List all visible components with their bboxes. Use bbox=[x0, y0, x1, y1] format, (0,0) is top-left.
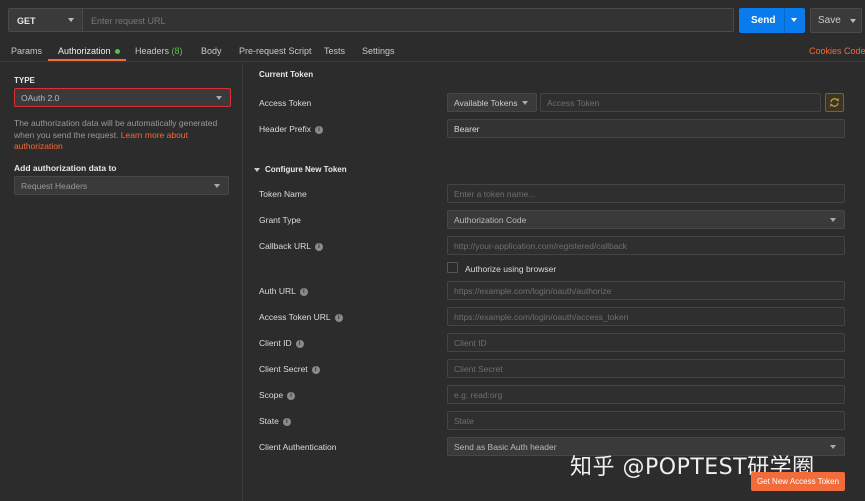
authorize-browser-label[interactable]: Authorize using browser bbox=[465, 264, 556, 274]
token-name-label: Token Name bbox=[259, 189, 307, 199]
tab-headers[interactable]: Headers (8) bbox=[135, 46, 183, 56]
client-secret-label: Client Secret bbox=[259, 364, 308, 374]
info-icon[interactable]: i bbox=[334, 313, 343, 322]
scope-input[interactable]: e.g. read:org bbox=[447, 385, 845, 404]
state-label-wrap: State i bbox=[259, 416, 291, 426]
info-icon[interactable]: i bbox=[295, 339, 304, 348]
send-button[interactable]: Send bbox=[739, 8, 805, 33]
header-prefix-label-wrap: Header Prefix i bbox=[259, 124, 323, 134]
send-dropdown-icon[interactable] bbox=[791, 18, 797, 22]
token-name-input[interactable]: Enter a token name... bbox=[447, 184, 845, 203]
client-secret-input[interactable]: Client Secret bbox=[447, 359, 845, 378]
method-select[interactable]: GET bbox=[8, 8, 82, 32]
info-icon[interactable]: i bbox=[287, 391, 296, 400]
code-link[interactable]: Code bbox=[844, 46, 865, 56]
save-dropdown-icon[interactable] bbox=[850, 19, 856, 23]
sync-icon bbox=[830, 98, 839, 107]
request-bar: GET Enter request URL Send Save bbox=[0, 0, 865, 40]
client-auth-label: Client Authentication bbox=[259, 442, 337, 452]
grant-type-value: Authorization Code bbox=[454, 215, 527, 225]
add-auth-value: Request Headers bbox=[21, 181, 88, 191]
save-label: Save bbox=[818, 15, 841, 26]
chevron-down-icon bbox=[214, 184, 220, 188]
tab-authorization-label: Authorization bbox=[58, 46, 111, 56]
state-label: State bbox=[259, 416, 279, 426]
header-prefix-input[interactable]: Bearer bbox=[447, 119, 845, 138]
scope-label: Scope bbox=[259, 390, 284, 400]
request-tabs: Params Authorization Headers (8) Body Pr… bbox=[0, 40, 865, 62]
auth-type-select[interactable]: OAuth 2.0 bbox=[14, 88, 231, 107]
tab-params[interactable]: Params bbox=[11, 46, 42, 56]
current-token-title: Current Token bbox=[259, 70, 314, 79]
tab-prerequest-script[interactable]: Pre-request Script bbox=[239, 46, 312, 56]
info-icon[interactable]: i bbox=[314, 242, 323, 251]
chevron-down-icon bbox=[830, 218, 836, 222]
auth-description: The authorization data will be automatic… bbox=[14, 118, 229, 153]
configure-token-title-text: Configure New Token bbox=[265, 165, 347, 174]
tab-authorization[interactable]: Authorization bbox=[58, 46, 120, 56]
headers-count-badge: (8) bbox=[171, 46, 183, 56]
info-icon[interactable]: i bbox=[282, 417, 291, 426]
configure-token-title[interactable]: Configure New Token bbox=[254, 165, 347, 174]
chevron-down-icon bbox=[216, 96, 222, 100]
client-secret-label-wrap: Client Secret i bbox=[259, 364, 320, 374]
auth-url-input[interactable]: https://example.com/login/oauth/authoriz… bbox=[447, 281, 845, 300]
client-id-label-wrap: Client ID i bbox=[259, 338, 304, 348]
sync-token-button[interactable] bbox=[825, 93, 844, 112]
available-tokens-label: Available Tokens bbox=[454, 98, 518, 108]
callback-url-input[interactable]: http://your-application.com/registered/c… bbox=[447, 236, 845, 255]
chevron-down-icon bbox=[522, 101, 528, 105]
auth-url-label: Auth URL bbox=[259, 286, 296, 296]
send-label: Send bbox=[751, 15, 776, 26]
auth-url-label-wrap: Auth URL i bbox=[259, 286, 308, 296]
grant-type-label: Grant Type bbox=[259, 215, 301, 225]
url-input[interactable]: Enter request URL bbox=[82, 8, 734, 32]
callback-url-label: Callback URL bbox=[259, 241, 311, 251]
available-tokens-select[interactable]: Available Tokens bbox=[447, 93, 537, 112]
callback-url-label-wrap: Callback URL i bbox=[259, 241, 323, 251]
tab-headers-label: Headers bbox=[135, 46, 170, 56]
info-icon[interactable]: i bbox=[311, 365, 320, 374]
status-dot-icon bbox=[114, 49, 120, 55]
access-token-url-label: Access Token URL bbox=[259, 312, 331, 322]
scope-label-wrap: Scope i bbox=[259, 390, 296, 400]
cookies-link[interactable]: Cookies bbox=[809, 46, 842, 56]
state-input[interactable]: State bbox=[447, 411, 845, 430]
type-label: TYPE bbox=[14, 76, 35, 85]
client-auth-value: Send as Basic Auth header bbox=[454, 442, 557, 452]
info-icon[interactable]: i bbox=[314, 125, 323, 134]
collapse-caret-icon bbox=[254, 167, 260, 172]
client-id-label: Client ID bbox=[259, 338, 292, 348]
tab-settings[interactable]: Settings bbox=[362, 46, 395, 56]
chevron-down-icon bbox=[68, 18, 74, 22]
tab-tests[interactable]: Tests bbox=[324, 46, 345, 56]
method-label: GET bbox=[17, 16, 36, 26]
send-divider bbox=[784, 8, 785, 33]
add-auth-label: Add authorization data to bbox=[14, 163, 117, 173]
client-id-input[interactable]: Client ID bbox=[447, 333, 845, 352]
save-button[interactable]: Save bbox=[810, 8, 862, 33]
add-auth-select[interactable]: Request Headers bbox=[14, 176, 229, 195]
access-token-input[interactable]: Access Token bbox=[540, 93, 821, 112]
tab-body[interactable]: Body bbox=[201, 46, 222, 56]
auth-type-value: OAuth 2.0 bbox=[21, 93, 60, 103]
info-icon[interactable]: i bbox=[299, 287, 308, 296]
get-new-access-token-button[interactable]: Get New Access Token bbox=[751, 472, 845, 491]
header-prefix-label: Header Prefix bbox=[259, 124, 311, 134]
grant-type-select[interactable]: Authorization Code bbox=[447, 210, 845, 229]
authorize-browser-checkbox[interactable] bbox=[447, 262, 458, 273]
chevron-down-icon bbox=[830, 445, 836, 449]
access-token-url-label-wrap: Access Token URL i bbox=[259, 312, 343, 322]
access-token-label: Access Token bbox=[259, 98, 312, 108]
active-tab-indicator bbox=[48, 59, 126, 61]
access-token-url-input[interactable]: https://example.com/login/oauth/access_t… bbox=[447, 307, 845, 326]
